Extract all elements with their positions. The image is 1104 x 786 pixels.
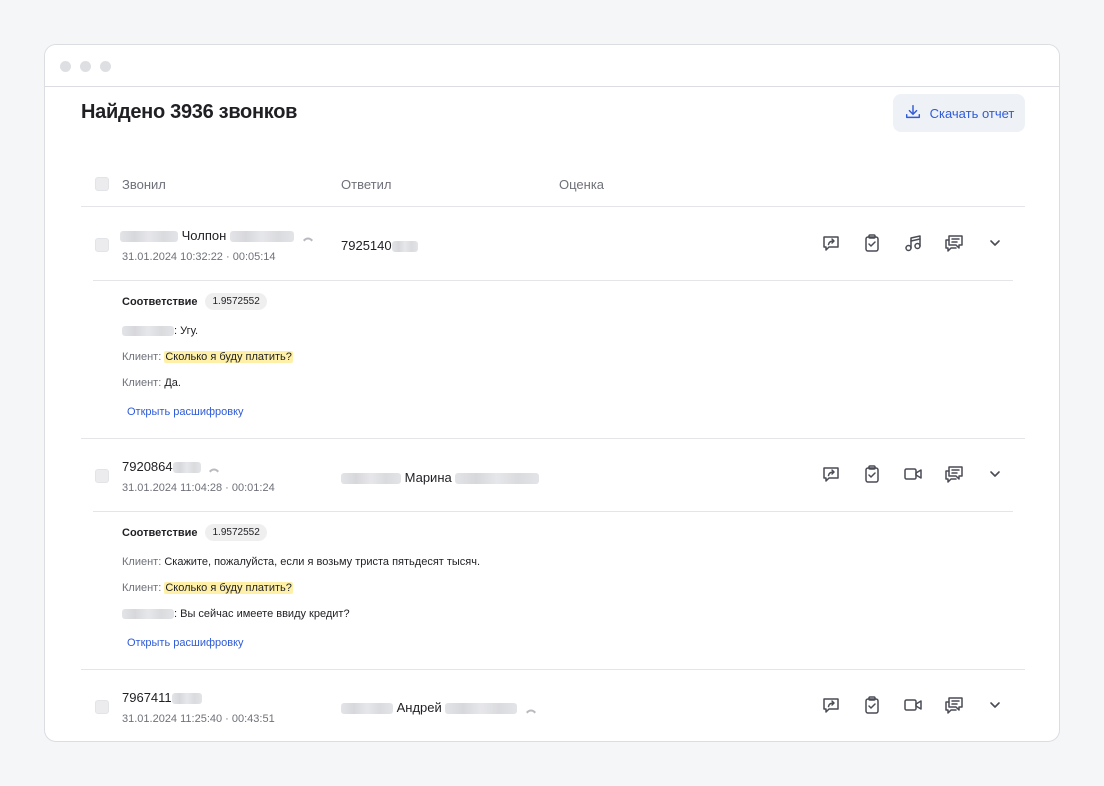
call-row[interactable]: 7920864 31.01.2024 11:04:28 · 00:01:24 М… bbox=[81, 439, 1025, 511]
window-dot-close[interactable] bbox=[60, 61, 71, 72]
transcript-line: : Угу. bbox=[122, 325, 198, 337]
caller-name: Чолпон bbox=[181, 228, 227, 243]
redacted-block bbox=[229, 231, 294, 243]
transcript-line: Клиент: Да. bbox=[122, 377, 181, 389]
share-icon[interactable] bbox=[820, 232, 841, 253]
answered-cell: 7925140 bbox=[341, 238, 418, 253]
redacted-block bbox=[122, 326, 174, 337]
match-score-badge: 1.9572552 bbox=[205, 293, 267, 310]
phone-hangup-icon bbox=[525, 704, 537, 714]
share-icon[interactable] bbox=[820, 694, 841, 715]
chevron-down-icon[interactable] bbox=[984, 232, 1005, 253]
answered-name: Андрей bbox=[396, 700, 442, 715]
speaker-label: Клиент: bbox=[122, 556, 165, 568]
open-transcript-link[interactable]: Открыть расшифровку bbox=[127, 406, 244, 418]
speaker-label: Клиент: bbox=[122, 351, 165, 363]
match-label: Соответствие bbox=[122, 526, 198, 539]
call-datetime-duration: 31.01.2024 11:04:28 · 00:01:24 bbox=[122, 482, 275, 494]
window-dot-minimize[interactable] bbox=[80, 61, 91, 72]
caller-cell: Чолпон bbox=[120, 228, 314, 243]
call-detail-panel: Соответствие 1.9572552 Клиент: Скажите, … bbox=[81, 511, 1025, 670]
match-label: Соответствие bbox=[122, 295, 198, 308]
answered-name: Марина bbox=[404, 470, 452, 485]
column-header-caller: Звонил bbox=[122, 177, 166, 192]
chat-bubbles-icon[interactable] bbox=[943, 694, 964, 715]
row-actions bbox=[820, 232, 1005, 253]
transcript-line: Клиент: Сколько я буду платить? bbox=[122, 351, 293, 363]
highlighted-phrase: Сколько я буду платить? bbox=[164, 582, 293, 594]
chevron-down-icon[interactable] bbox=[984, 694, 1005, 715]
chevron-down-icon[interactable] bbox=[984, 463, 1005, 484]
column-header-rating: Оценка bbox=[559, 177, 605, 192]
transcript-line: Клиент: Скажите, пожалуйста, если я возь… bbox=[122, 556, 481, 568]
row-checkbox[interactable] bbox=[95, 469, 109, 483]
select-all-checkbox[interactable] bbox=[95, 177, 109, 191]
redacted-block bbox=[341, 473, 401, 485]
row-actions bbox=[820, 694, 1005, 715]
redacted-block bbox=[445, 703, 518, 715]
phone-hangup-icon bbox=[302, 232, 314, 242]
answered-number: 7925140 bbox=[341, 238, 392, 253]
speaker-label: Клиент: bbox=[122, 377, 165, 389]
answered-cell: Марина bbox=[341, 470, 540, 485]
redacted-block bbox=[341, 703, 393, 715]
redacted-block bbox=[120, 231, 178, 243]
row-checkbox[interactable] bbox=[95, 238, 109, 252]
caller-cell: 7920864 bbox=[122, 459, 220, 474]
clipboard-check-icon[interactable] bbox=[861, 694, 882, 715]
row-checkbox[interactable] bbox=[95, 700, 109, 714]
open-transcript-link[interactable]: Открыть расшифровку bbox=[127, 637, 244, 649]
video-camera-icon[interactable] bbox=[902, 694, 923, 715]
caller-number: 7920864 bbox=[122, 459, 173, 474]
download-icon bbox=[904, 103, 922, 124]
phone-hangup-icon bbox=[208, 463, 220, 473]
redacted-block bbox=[122, 609, 174, 620]
redacted-block bbox=[171, 693, 202, 705]
caller-number: 7967411 bbox=[122, 690, 172, 705]
call-row[interactable]: Чолпон 31.01.2024 10:32:22 · 00:05:14 79… bbox=[81, 208, 1025, 280]
redacted-block bbox=[455, 473, 540, 485]
share-icon[interactable] bbox=[820, 463, 841, 484]
clipboard-check-icon[interactable] bbox=[861, 463, 882, 484]
clipboard-check-icon[interactable] bbox=[861, 232, 882, 253]
speaker-label: Клиент: bbox=[122, 582, 165, 594]
window-dot-maximize[interactable] bbox=[100, 61, 111, 72]
transcript-line: Клиент: Сколько я буду платить? bbox=[122, 582, 293, 594]
match-score-badge: 1.9572552 bbox=[205, 524, 267, 541]
call-datetime-duration: 31.01.2024 11:25:40 · 00:43:51 bbox=[122, 713, 275, 725]
download-report-button[interactable]: Скачать отчет bbox=[893, 94, 1025, 132]
column-header-answered: Ответил bbox=[341, 177, 392, 192]
page-title: Найдено 3936 звонков bbox=[81, 101, 298, 123]
table-header: Звонил Ответил Оценка bbox=[81, 163, 1025, 207]
transcript-line: : Вы сейчас имеете ввиду кредит? bbox=[122, 608, 350, 620]
window-titlebar bbox=[45, 45, 1059, 87]
redacted-block bbox=[172, 462, 201, 474]
caller-cell: 7967411 bbox=[122, 690, 202, 705]
highlighted-phrase: Сколько я буду платить? bbox=[164, 351, 293, 363]
chat-bubbles-icon[interactable] bbox=[943, 232, 964, 253]
redacted-block bbox=[391, 241, 418, 253]
video-camera-icon[interactable] bbox=[902, 463, 923, 484]
answered-cell: Андрей bbox=[341, 700, 537, 715]
download-report-label: Скачать отчет bbox=[929, 105, 1015, 121]
music-note-icon[interactable] bbox=[902, 232, 923, 253]
row-actions bbox=[820, 463, 1005, 484]
match-row: Соответствие 1.9572552 bbox=[122, 293, 267, 310]
call-datetime-duration: 31.01.2024 10:32:22 · 00:05:14 bbox=[122, 251, 276, 263]
app-window: Найдено 3936 звонков Скачать отчет Звони… bbox=[44, 44, 1060, 742]
match-row: Соответствие 1.9572552 bbox=[122, 524, 267, 541]
chat-bubbles-icon[interactable] bbox=[943, 463, 964, 484]
call-row[interactable]: 7967411 31.01.2024 11:25:40 · 00:43:51 А… bbox=[81, 670, 1025, 741]
call-detail-panel: Соответствие 1.9572552 : Угу. Клиент: Ск… bbox=[81, 280, 1025, 439]
